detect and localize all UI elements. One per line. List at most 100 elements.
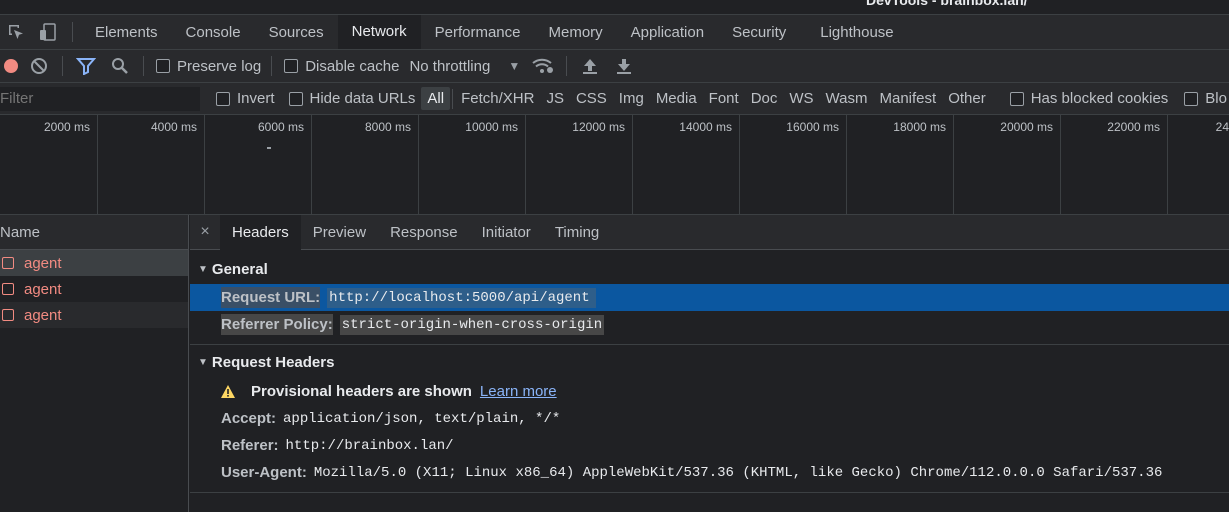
tab-timing[interactable]: Timing <box>543 215 611 250</box>
provisional-headers-text: Provisional headers are shown <box>251 382 472 400</box>
timeline-tick: 18000 ms <box>893 120 946 134</box>
request-row[interactable]: agent <box>0 250 188 276</box>
tab-preview[interactable]: Preview <box>301 215 378 250</box>
timeline-tick: 24 <box>1128 120 1229 134</box>
checkbox-box[interactable] <box>1009 91 1024 106</box>
checkbox-box[interactable] <box>1184 91 1199 106</box>
timeline-gridline <box>311 115 312 214</box>
section-divider <box>190 344 1229 345</box>
checkbox-box[interactable] <box>156 59 170 73</box>
referer-header-row[interactable]: Referer: http://brainbox.lan/ <box>190 432 1229 459</box>
type-filter-fetch-xhr[interactable]: Fetch/XHR <box>455 87 540 110</box>
hide-data-urls-checkbox[interactable]: Hide data URLs <box>288 90 416 107</box>
timeline-overview[interactable]: 2000 ms 4000 ms 6000 ms 8000 ms 10000 ms… <box>0 115 1229 215</box>
chevron-down-icon: ▼ <box>508 59 521 73</box>
request-error-icon <box>2 257 14 269</box>
search-button[interactable] <box>103 50 137 83</box>
referrer-policy-value[interactable]: strict-origin-when-cross-origin <box>339 314 605 335</box>
tab-separator <box>72 22 73 42</box>
blocked-requests-checkbox[interactable]: Blo <box>1184 90 1227 107</box>
search-icon <box>112 58 128 74</box>
request-url-value[interactable]: http://localhost:5000/api/agent <box>327 287 596 308</box>
timeline-gridline <box>739 115 740 214</box>
request-url-row[interactable]: Request URL: http://localhost:5000/api/a… <box>190 284 1229 311</box>
hide-data-urls-label: Hide data URLs <box>309 90 416 107</box>
type-filter-other[interactable]: Other <box>942 87 992 110</box>
blocked-requests-label: Blo <box>1205 90 1227 107</box>
timeline-tick: 12000 ms <box>572 120 625 134</box>
request-row[interactable]: agent <box>0 276 188 302</box>
type-filter-media[interactable]: Media <box>650 87 703 110</box>
general-section-header[interactable]: ▼ General <box>190 254 1229 284</box>
device-toolbar-icon[interactable] <box>32 15 64 49</box>
has-blocked-cookies-checkbox[interactable]: Has blocked cookies <box>1009 90 1169 107</box>
tab-security[interactable]: Security <box>718 15 800 49</box>
request-headers-title: Request Headers <box>211 353 335 371</box>
import-har-button[interactable] <box>573 50 607 83</box>
toolbar-separator <box>62 56 63 76</box>
request-url-key: Request URL: <box>221 287 321 308</box>
clear-button[interactable] <box>22 50 56 83</box>
type-filter-img[interactable]: Img <box>613 87 650 110</box>
user-agent-header-row[interactable]: User-Agent: Mozilla/5.0 (X11; Linux x86_… <box>190 459 1229 486</box>
export-har-button[interactable] <box>607 50 641 83</box>
wifi-settings-icon <box>532 58 554 73</box>
timeline-gridline <box>953 115 954 214</box>
resource-type-filters: All Fetch/XHR JS CSS Img Media Font Doc … <box>421 87 991 110</box>
provisional-headers-warning: Provisional headers are shown Learn more <box>190 377 1229 405</box>
type-filter-manifest[interactable]: Manifest <box>874 87 943 110</box>
request-error-icon <box>2 283 14 295</box>
tab-memory[interactable]: Memory <box>535 15 617 49</box>
type-filter-js[interactable]: JS <box>540 87 570 110</box>
referrer-policy-key: Referrer Policy: <box>221 314 333 335</box>
tab-performance[interactable]: Performance <box>421 15 535 49</box>
name-column-header[interactable]: Name <box>0 215 188 250</box>
tab-headers[interactable]: Headers <box>220 214 301 250</box>
user-agent-key: User-Agent: <box>221 464 307 481</box>
tab-lighthouse[interactable]: Lighthouse <box>806 15 907 49</box>
request-headers-section-header[interactable]: ▼ Request Headers <box>190 347 1229 377</box>
type-filter-doc[interactable]: Doc <box>745 87 784 110</box>
filter-icon <box>76 58 96 75</box>
user-agent-value[interactable]: Mozilla/5.0 (X11; Linux x86_64) AppleWeb… <box>314 465 1163 481</box>
filter-bar: Invert Hide data URLs All Fetch/XHR JS C… <box>0 83 1229 115</box>
type-filter-wasm[interactable]: Wasm <box>820 87 874 110</box>
inspect-element-icon[interactable] <box>0 15 32 49</box>
has-blocked-cookies-label: Has blocked cookies <box>1030 90 1169 107</box>
timeline-tick-partial: 24 <box>1215 120 1229 134</box>
checkbox-box[interactable] <box>284 59 299 73</box>
accept-header-row[interactable]: Accept: application/json, text/plain, */… <box>190 405 1229 432</box>
network-conditions-button[interactable] <box>526 50 560 83</box>
tab-response[interactable]: Response <box>378 215 470 250</box>
tab-console[interactable]: Console <box>172 15 255 49</box>
type-filter-font[interactable]: Font <box>703 87 745 110</box>
filter-input[interactable] <box>0 86 200 111</box>
checkbox-box[interactable] <box>288 91 303 106</box>
tab-application[interactable]: Application <box>617 15 718 49</box>
request-error-icon <box>2 309 14 321</box>
referer-value[interactable]: http://brainbox.lan/ <box>286 438 454 454</box>
preserve-log-checkbox[interactable]: Preserve log <box>156 58 261 75</box>
close-icon[interactable]: × <box>190 223 220 241</box>
type-filter-ws[interactable]: WS <box>783 87 819 110</box>
timeline-gridline <box>632 115 633 214</box>
tab-network[interactable]: Network <box>337 15 421 49</box>
type-filter-css[interactable]: CSS <box>570 87 613 110</box>
type-filter-all[interactable]: All <box>421 87 451 110</box>
accept-value[interactable]: application/json, text/plain, */* <box>283 411 560 427</box>
tab-sources[interactable]: Sources <box>255 15 338 49</box>
disable-cache-checkbox[interactable]: Disable cache <box>284 58 399 75</box>
learn-more-link[interactable]: Learn more <box>480 383 557 400</box>
tab-elements[interactable]: Elements <box>81 15 172 49</box>
section-divider <box>190 492 1229 493</box>
checkbox-box[interactable] <box>216 91 230 106</box>
invert-checkbox[interactable]: Invert <box>216 90 275 107</box>
request-row[interactable]: agent <box>0 302 188 328</box>
referrer-policy-row[interactable]: Referrer Policy: strict-origin-when-cros… <box>190 311 1229 338</box>
referer-key: Referer: <box>221 437 279 454</box>
timeline-gridline <box>204 115 205 214</box>
throttling-select[interactable]: No throttling ▼ <box>409 58 520 75</box>
filter-button[interactable] <box>69 50 103 83</box>
tab-initiator[interactable]: Initiator <box>470 215 543 250</box>
record-button[interactable] <box>0 50 22 83</box>
